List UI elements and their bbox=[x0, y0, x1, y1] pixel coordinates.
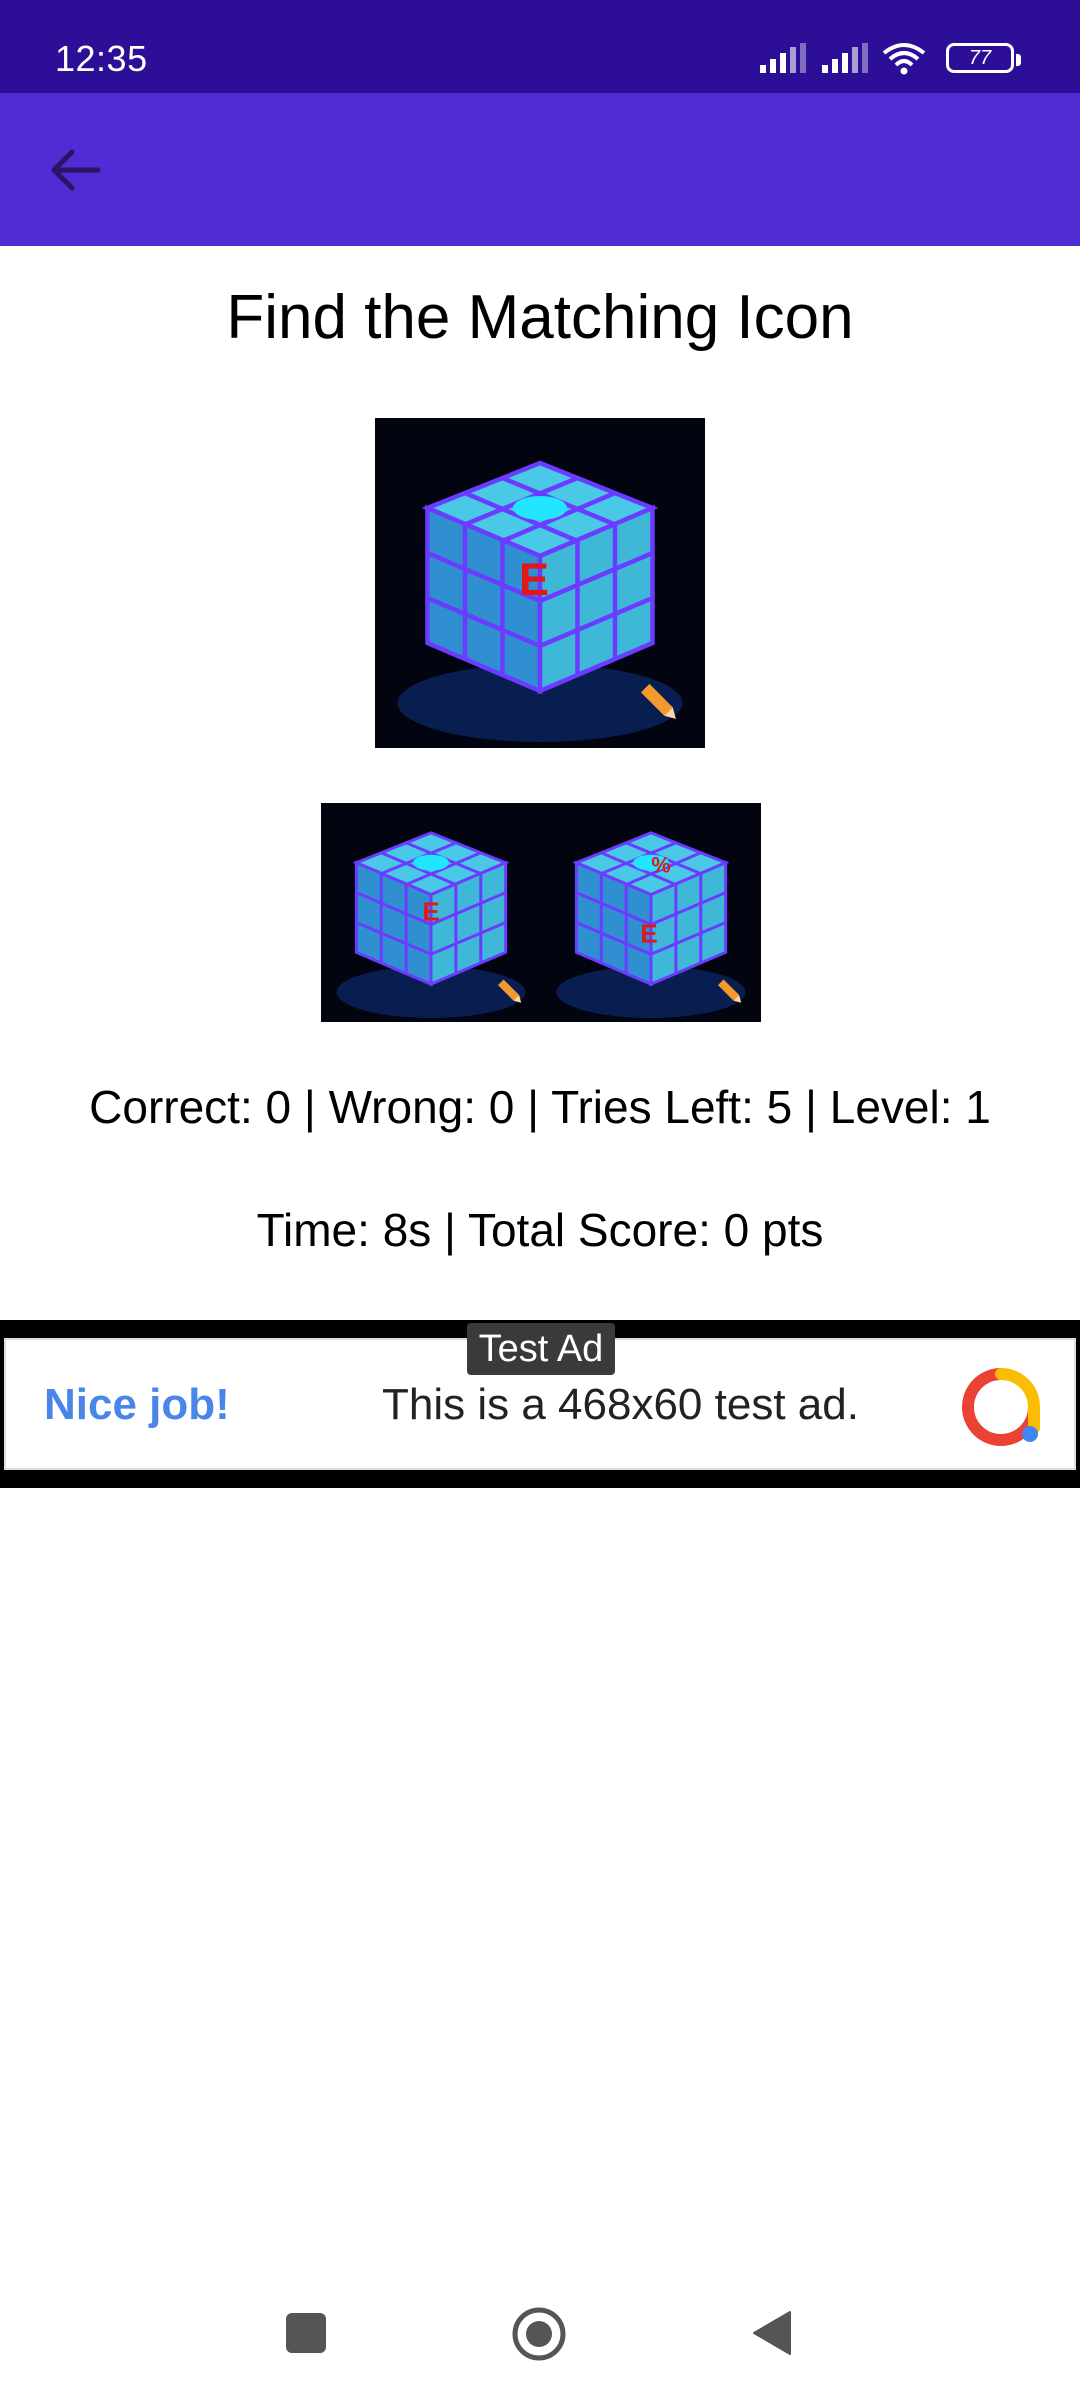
ad-label: Test Ad bbox=[467, 1323, 615, 1375]
signal-icon bbox=[760, 43, 806, 73]
overlay-letter: E bbox=[422, 898, 439, 926]
status-time: 12:35 bbox=[55, 38, 148, 79]
choice-option-1[interactable]: E bbox=[321, 803, 541, 1022]
app-bar bbox=[0, 93, 1080, 246]
ad-logo-icon bbox=[962, 1368, 1040, 1446]
target-cube-image: E bbox=[375, 418, 705, 748]
home-button[interactable] bbox=[511, 2306, 567, 2362]
wifi-icon bbox=[882, 43, 926, 75]
status-bar: 12:35 77 bbox=[0, 0, 1080, 93]
recent-apps-button[interactable] bbox=[286, 2313, 326, 2353]
signal-icon bbox=[822, 43, 868, 73]
back-button[interactable] bbox=[38, 133, 112, 207]
page-title: Find the Matching Icon bbox=[226, 283, 854, 352]
battery-level: 77 bbox=[968, 46, 992, 69]
overlay-letter: E bbox=[640, 920, 657, 948]
overlay-symbol: % bbox=[651, 853, 670, 878]
ad-headline[interactable]: Nice job! bbox=[44, 1380, 230, 1430]
choice-option-2[interactable]: % E bbox=[541, 803, 761, 1022]
battery-icon: 77 bbox=[946, 43, 1021, 73]
nav-back-button[interactable] bbox=[752, 2310, 792, 2356]
cube-illustration: E bbox=[321, 803, 541, 1022]
ad-body[interactable]: This is a 468x60 test ad. bbox=[382, 1380, 859, 1430]
arrow-left-icon bbox=[51, 149, 100, 191]
cube-illustration: % E bbox=[541, 803, 761, 1022]
stats-text: Correct: 0 | Wrong: 0 | Tries Left: 5 | … bbox=[89, 1081, 991, 1133]
time-score-text: Time: 8s | Total Score: 0 pts bbox=[256, 1204, 824, 1256]
overlay-letter: E bbox=[519, 554, 549, 605]
choices-row: E % E bbox=[321, 803, 761, 1022]
cube-illustration: E bbox=[375, 418, 705, 748]
status-icons: 77 bbox=[758, 40, 1021, 76]
